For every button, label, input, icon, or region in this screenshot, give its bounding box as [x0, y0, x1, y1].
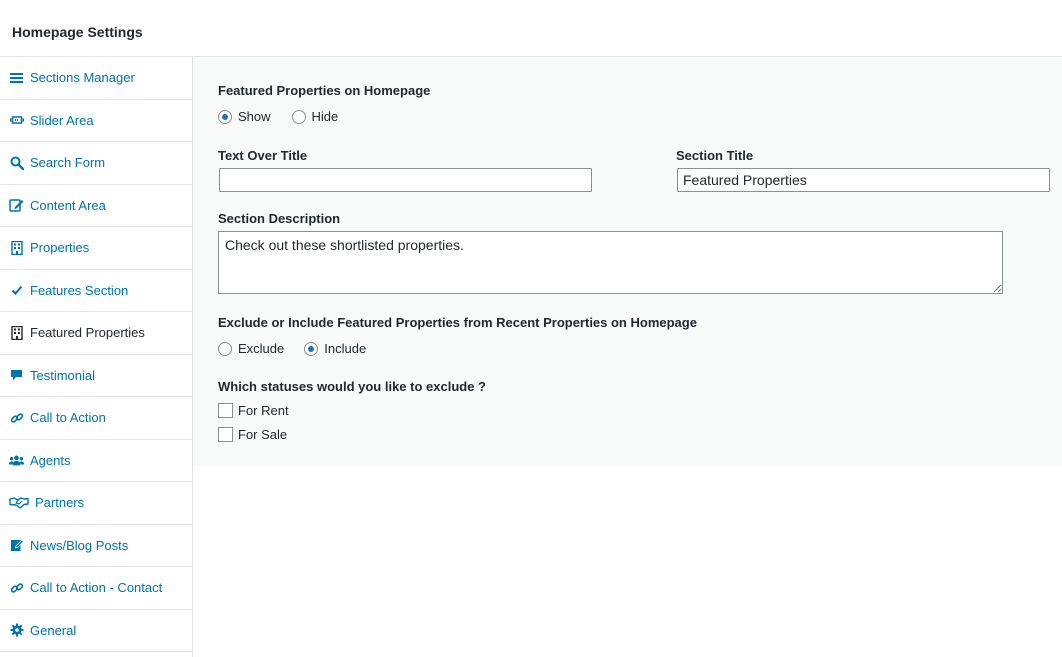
radio-selected-dot [308, 345, 315, 352]
for-sale-checkbox-row[interactable]: For Sale [218, 427, 287, 442]
exclude-radio[interactable] [218, 341, 232, 356]
include-radio-option[interactable]: Include [304, 341, 366, 356]
for-rent-checkbox[interactable] [218, 403, 233, 418]
sidebar-item-search-form[interactable]: Search Form [0, 142, 192, 185]
settings-panel: Featured Properties on Homepage Show Hid… [193, 58, 1062, 466]
edit-note-icon [9, 538, 24, 553]
gear-icon [9, 623, 24, 638]
text-over-title-input[interactable] [219, 168, 592, 192]
sidebar-item-label: Content Area [30, 197, 106, 213]
sidebar-item-label: Agents [30, 452, 71, 468]
menu-lines-icon [9, 70, 24, 85]
section-description-label: Section Description [218, 211, 341, 226]
exclude-include-radio-group: Exclude Include [218, 341, 366, 356]
section-title-input[interactable] [677, 168, 1050, 192]
sidebar-item-label: Properties [30, 240, 90, 256]
exclude-include-label: Exclude or Include Featured Properties f… [218, 315, 697, 330]
for-sale-checkbox[interactable] [218, 427, 233, 442]
sidebar-item-label: Testimonial [30, 367, 96, 383]
sidebar-item-label: Sections Manager [30, 70, 135, 86]
sidebar-item-partners[interactable]: Partners [0, 482, 192, 525]
sidebar-item-features-section[interactable]: Features Section [0, 270, 192, 312]
sidebar-item-label: Featured Properties [30, 325, 145, 341]
for-rent-checkbox-row[interactable]: For Rent [218, 403, 289, 418]
for-rent-label: For Rent [238, 403, 289, 418]
exclude-radio-option[interactable]: Exclude [218, 341, 284, 356]
sidebar-item-call-to-action-contact[interactable]: Call to Action - Contact [0, 567, 192, 610]
edit-icon [9, 198, 24, 213]
sidebar-item-label: General [30, 622, 77, 638]
sidebar-item-call-to-action[interactable]: Call to Action [0, 397, 192, 440]
checkmark-icon [9, 283, 24, 298]
sidebar-item-label: News/Blog Posts [30, 537, 129, 553]
sidebar-item-label: Search Form [30, 155, 106, 171]
show-radio-option[interactable]: Show [218, 109, 271, 124]
sidebar-item-slider-area[interactable]: Slider Area [0, 100, 192, 142]
hide-radio-option[interactable]: Hide [291, 109, 339, 124]
section-title-label: Section Title [676, 148, 754, 163]
users-icon [9, 453, 24, 468]
speech-bubble-icon [9, 368, 24, 383]
sidebar-item-label: Call to Action [30, 410, 106, 426]
statuses-exclude-label: Which statuses would you like to exclude… [218, 379, 486, 394]
sidebar-item-label: Call to Action - Contact [30, 580, 163, 596]
featured-properties-label: Featured Properties on Homepage [218, 83, 431, 98]
hide-radio-label: Hide [311, 109, 339, 124]
sidebar-item-sections-manager[interactable]: Sections Manager [0, 57, 192, 100]
page-title: Homepage Settings [12, 24, 143, 40]
show-radio[interactable] [218, 109, 232, 124]
sidebar-item-properties[interactable]: Properties [0, 227, 192, 270]
sidebar: Sections Manager Slider Area Search Form… [0, 57, 193, 657]
include-radio-label: Include [324, 341, 367, 356]
sidebar-item-label: Features Section [30, 282, 129, 298]
include-radio[interactable] [304, 341, 319, 356]
exclude-radio-label: Exclude [238, 341, 285, 356]
sidebar-item-label: Partners [35, 495, 85, 511]
for-sale-label: For Sale [238, 427, 288, 442]
sidebar-item-agents[interactable]: Agents [0, 440, 192, 482]
text-over-title-label: Text Over Title [218, 148, 308, 163]
sidebar-item-featured-properties[interactable]: Featured Properties [0, 312, 192, 355]
handshake-icon [9, 495, 29, 510]
building-icon [9, 325, 24, 340]
featured-visibility-radio-group: Show Hide [218, 109, 338, 124]
sidebar-item-news-blog-posts[interactable]: News/Blog Posts [0, 525, 192, 567]
radio-selected-dot [222, 113, 228, 120]
hide-radio[interactable] [291, 109, 306, 124]
sidebar-item-label: Slider Area [30, 112, 94, 128]
sidebar-item-general[interactable]: General [0, 610, 192, 652]
search-icon [9, 155, 24, 170]
link-icon [9, 410, 24, 425]
building-icon [9, 240, 24, 255]
sidebar-item-content-area[interactable]: Content Area [0, 185, 192, 227]
slider-icon [9, 113, 24, 128]
sidebar-item-testimonial[interactable]: Testimonial [0, 355, 192, 397]
header: Homepage Settings [0, 0, 1062, 57]
show-radio-label: Show [238, 109, 271, 124]
link-icon [9, 580, 24, 595]
section-description-textarea[interactable]: Check out these shortlisted properties. [218, 231, 1003, 294]
